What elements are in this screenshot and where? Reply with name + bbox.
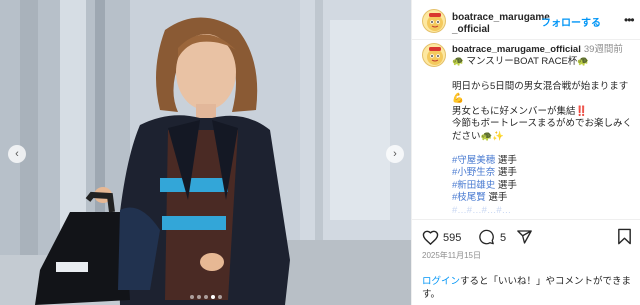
post-media[interactable]: ‹ › (0, 0, 411, 305)
hashtag-link[interactable]: #小野生奈 (452, 167, 495, 178)
carousel-dot (210, 295, 215, 299)
post-caption: boatrace_marugame_official 39週間前 🐢 マンスリーB… (412, 41, 640, 219)
carousel-dot (196, 295, 201, 299)
comment-button[interactable] (478, 229, 495, 248)
caption-line: 今節もボートレースまるがめでお楽しみください🐢✨ (452, 118, 633, 142)
caption-line: 明日から5日間の男女混合戦が始まります💪 (452, 81, 629, 105)
mascot-avatar-icon (427, 47, 443, 65)
hashtag-link[interactable]: #守屋美穂 (452, 155, 495, 166)
chevron-right-icon: › (393, 147, 397, 160)
heart-icon (422, 230, 439, 246)
instagram-embed: ‹ › boatrace_marugame _official フォローする •… (0, 0, 640, 305)
like-button[interactable] (422, 229, 439, 248)
hashtag-line: #小野生奈 選手 (452, 167, 517, 179)
like-count: 595 (443, 232, 462, 244)
chevron-left-icon: ‹ (15, 147, 19, 160)
post-actions: 595 5 2025年11月15日 ログインすると「いいね！」やコメントができま… (412, 219, 640, 305)
share-button[interactable] (516, 229, 533, 248)
save-button[interactable] (617, 228, 632, 248)
more-options-icon[interactable]: ••• (624, 13, 635, 27)
carousel-prev-button[interactable]: ‹ (8, 145, 26, 163)
follow-button[interactable]: フォローする (541, 14, 601, 29)
paper-plane-icon (517, 230, 532, 244)
carousel-dot (203, 295, 208, 299)
hashtag-line: #守屋美穂 選手 (452, 155, 517, 167)
carousel-dot (217, 295, 222, 299)
post-header: boatrace_marugame _official フォローする ••• (412, 0, 640, 40)
comment-count: 5 (500, 232, 507, 244)
caption-title: 🐢 マンスリーBOAT RACE杯🐢 (452, 56, 590, 67)
post-date: 2025年11月15日 (422, 251, 481, 260)
header-username[interactable]: boatrace_marugame _official (452, 12, 550, 36)
carousel-indicator (0, 295, 411, 299)
hashtag-line: #新田雄史 選手 (452, 179, 517, 191)
carousel-dot (189, 295, 194, 299)
hashtag-line: #枝尾賢 選手 (452, 192, 508, 204)
caption-line: 男女ともに好メンバーが集結‼️ (452, 105, 588, 117)
login-link[interactable]: ログイン (422, 276, 460, 287)
post-panel: boatrace_marugame _official フォローする ••• b… (411, 0, 640, 305)
avatar[interactable] (422, 9, 446, 33)
caption-avatar[interactable] (422, 43, 446, 67)
comment-bubble-icon (479, 229, 494, 245)
mascot-avatar-icon (427, 13, 443, 31)
post-relative-time: 39週間前 (583, 44, 623, 55)
login-prompt: ログインすると「いいね！」やコメントができます。 (422, 276, 632, 300)
caption-body: 明日から5日間の男女混合戦が始まります💪 男女ともに好メンバーが集結‼️ 今節も… (452, 81, 636, 217)
faded-overflow-text: #…#…#…#… (452, 204, 512, 216)
caption-header: boatrace_marugame_official 39週間前 🐢 マンスリーB… (452, 44, 637, 68)
bookmark-icon (618, 228, 631, 245)
hashtag-link[interactable]: #枝尾賢 (452, 192, 486, 203)
post-photo (0, 0, 411, 305)
caption-username[interactable]: boatrace_marugame_official (452, 44, 581, 55)
carousel-next-button[interactable]: › (386, 145, 404, 163)
hashtag-link[interactable]: #新田雄史 (452, 180, 495, 191)
